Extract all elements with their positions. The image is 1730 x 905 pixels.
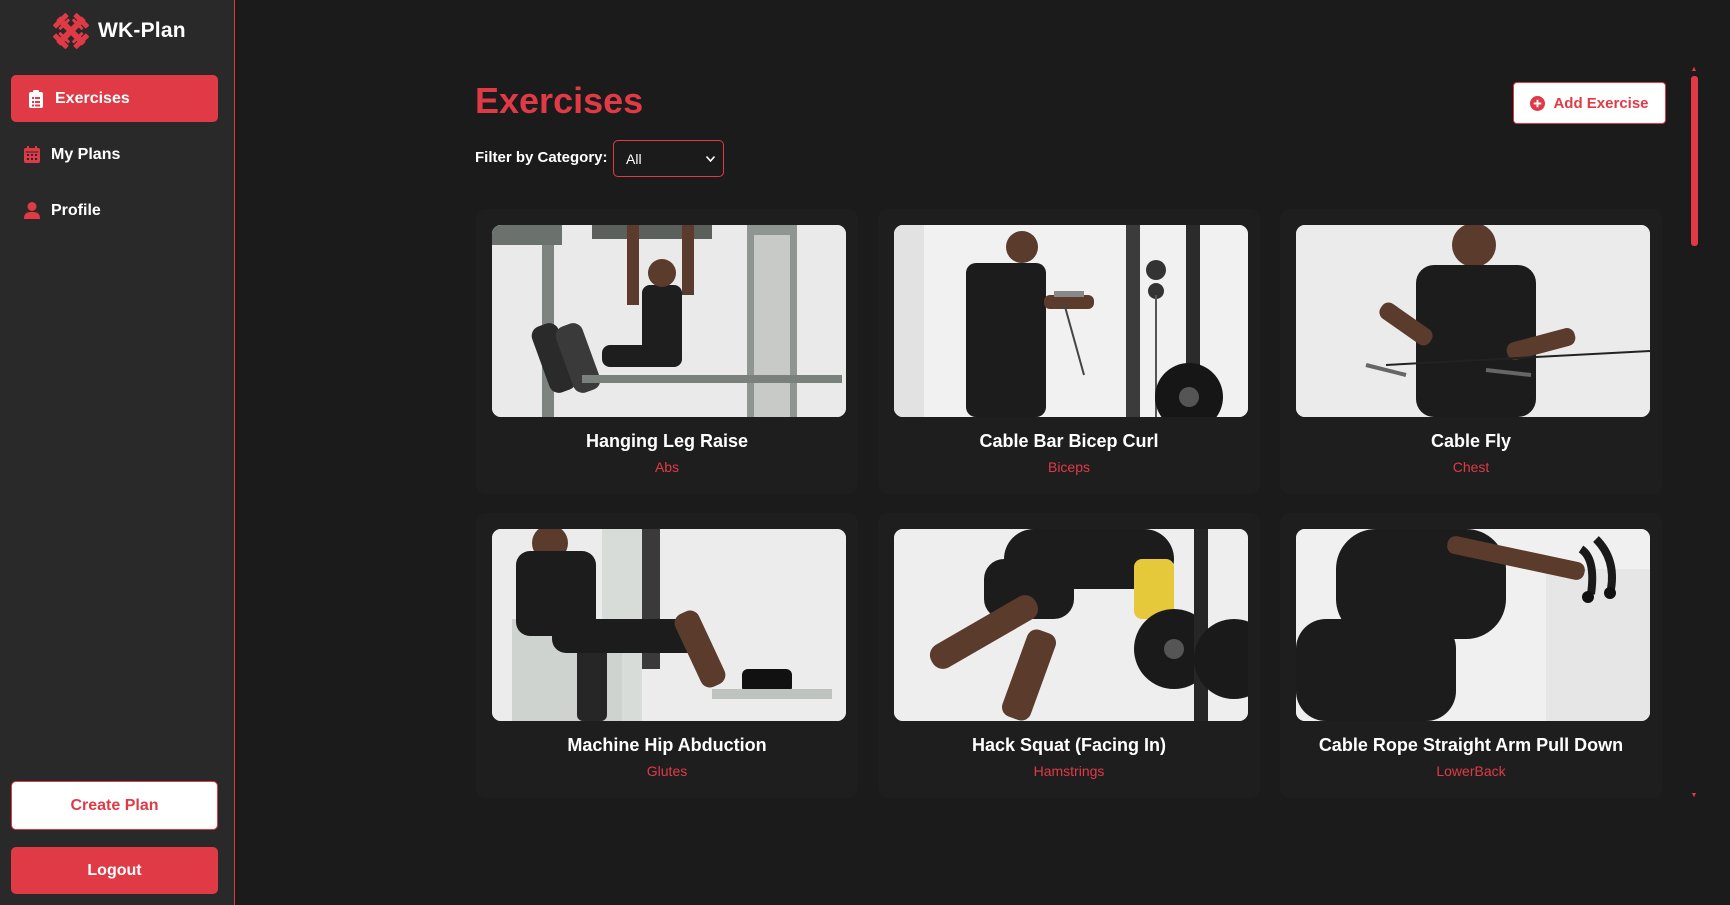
exercise-category: LowerBack [1436, 763, 1506, 779]
exercise-image [492, 529, 846, 721]
scroll-down-arrow-icon[interactable]: ▼ [1690, 792, 1698, 800]
sidebar-item-profile[interactable]: Profile [11, 187, 218, 234]
sidebar-item-exercises[interactable]: Exercises [11, 75, 218, 122]
exercise-name: Cable Fly [1430, 431, 1512, 451]
clipboard-list-icon [27, 89, 45, 108]
scroll-thumb[interactable] [1691, 76, 1698, 246]
exercise-name: Machine Hip Abduction [567, 735, 767, 755]
exercise-card[interactable]: Cable Fly Chest [1280, 209, 1662, 494]
logout-button[interactable]: Logout [11, 847, 218, 894]
exercise-name: Hack Squat (Facing In) [971, 735, 1167, 755]
exercise-image [492, 225, 846, 417]
exercise-category: Biceps [1047, 459, 1091, 475]
exercise-image [894, 225, 1248, 417]
exercise-image [1296, 529, 1650, 721]
exercise-category: Hamstrings [1033, 763, 1105, 779]
exercise-name: Cable Bar Bicep Curl [979, 431, 1159, 451]
category-filter-select[interactable]: All [613, 140, 724, 177]
create-plan-button[interactable]: Create Plan [11, 781, 218, 830]
sidebar-item-my-plans[interactable]: My Plans [11, 131, 218, 178]
brand[interactable]: WK-Plan [50, 10, 186, 52]
exercise-image [894, 529, 1248, 721]
add-exercise-label: Add Exercise [1553, 94, 1649, 112]
exercise-image [1296, 225, 1650, 417]
exercise-card[interactable]: Hack Squat (Facing In) Hamstrings [878, 513, 1260, 798]
sidebar: WK-Plan Exercises My Plans Profile Creat… [0, 0, 235, 905]
scrollbar[interactable]: ▲ ▼ [1690, 66, 1698, 800]
filter-label: Filter by Category: [475, 149, 608, 166]
exercise-card[interactable]: Cable Bar Bicep Curl Biceps [878, 209, 1260, 494]
add-exercise-button[interactable]: Add Exercise [1513, 82, 1666, 124]
exercise-card[interactable]: Machine Hip Abduction Glutes [476, 513, 858, 798]
user-icon [23, 202, 41, 220]
sidebar-item-label: Profile [51, 201, 101, 219]
scroll-up-arrow-icon[interactable]: ▲ [1690, 66, 1698, 74]
brand-name: WK-Plan [98, 19, 186, 42]
calendar-icon [23, 146, 41, 164]
exercise-category: Glutes [646, 763, 688, 779]
plus-circle-icon [1530, 95, 1546, 111]
exercise-card[interactable]: Cable Rope Straight Arm Pull Down LowerB… [1280, 513, 1662, 798]
chevron-down-icon [706, 155, 715, 162]
page-title: Exercises [475, 80, 644, 121]
filter-selected-value: All [626, 150, 642, 167]
crossed-dumbbells-icon [53, 13, 89, 49]
exercise-name: Hanging Leg Raise [585, 431, 749, 451]
exercise-category: Abs [654, 459, 680, 475]
exercise-card[interactable]: Hanging Leg Raise Abs [476, 209, 858, 494]
exercise-category: Chest [1452, 459, 1490, 475]
exercise-name: Cable Rope Straight Arm Pull Down [1318, 735, 1624, 755]
sidebar-item-label: My Plans [51, 145, 121, 163]
sidebar-item-label: Exercises [55, 89, 130, 107]
